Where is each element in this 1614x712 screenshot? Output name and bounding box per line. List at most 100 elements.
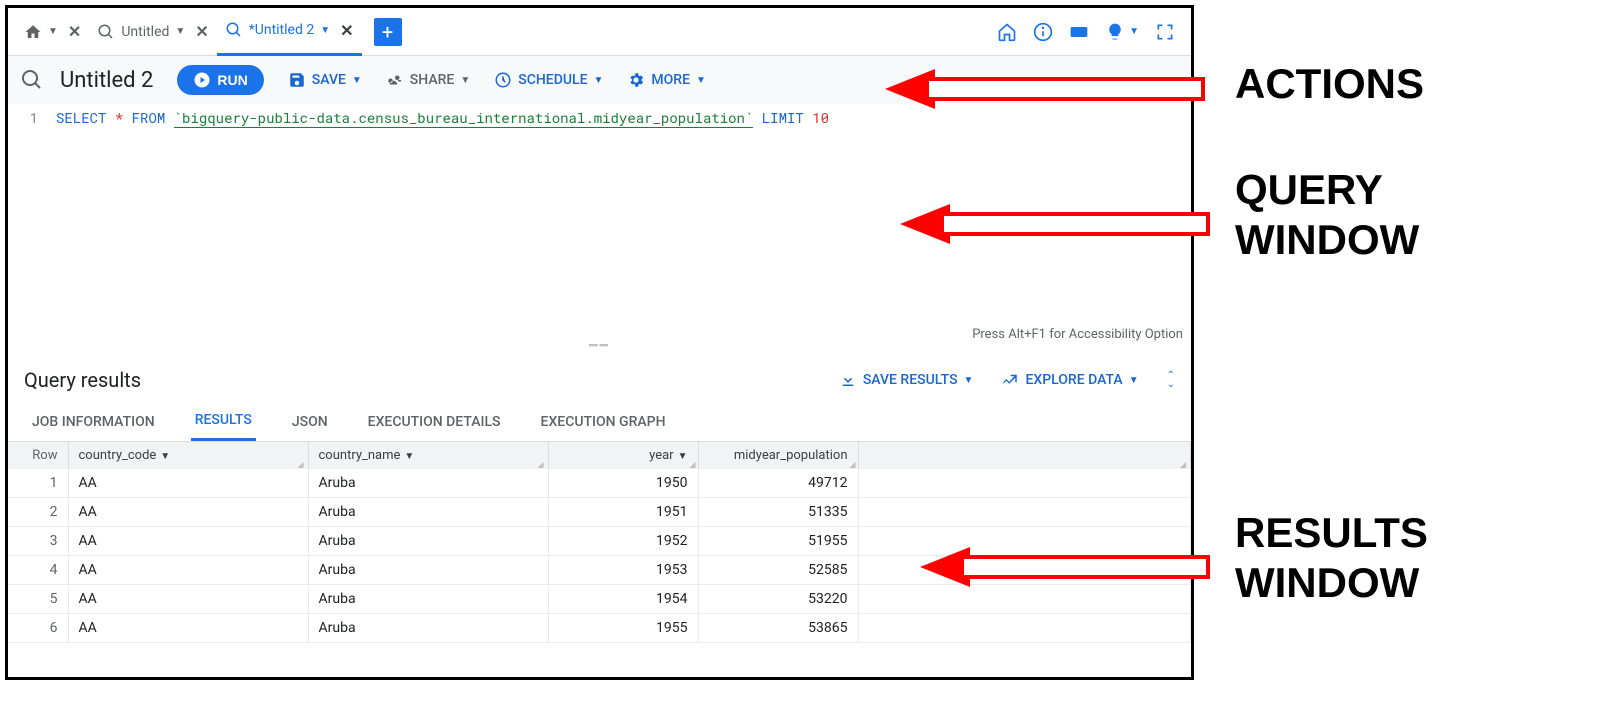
- table-header-row: Row country_code▼◢ country_name▼◢ year▼◢…: [8, 442, 1191, 469]
- more-button[interactable]: MORE ▼: [627, 71, 706, 89]
- tab-job-info[interactable]: JOB INFORMATION: [28, 404, 159, 440]
- cell-pop: 53865: [698, 614, 858, 643]
- sort-icon[interactable]: ▼: [160, 451, 170, 462]
- expand-collapse-icon[interactable]: ⌃⌄: [1167, 372, 1175, 389]
- tab-results[interactable]: RESULTS: [191, 402, 256, 441]
- col-label: midyear_population: [734, 448, 848, 463]
- cell-country-code: AA: [68, 556, 308, 585]
- col-label: country_name: [319, 448, 401, 463]
- tab-bar: ▼ ✕ Untitled ▼ ✕ *Untitled 2 ▼ ✕ + ▼: [8, 8, 1191, 56]
- tab-untitled-1[interactable]: Untitled ▼ ✕: [89, 8, 216, 56]
- explore-data-button[interactable]: EXPLORE DATA ▼: [1001, 371, 1138, 389]
- accessibility-hint: Press Alt+F1 for Accessibility Option: [972, 327, 1183, 342]
- tab-exec-details[interactable]: EXECUTION DETAILS: [364, 404, 505, 440]
- cell-country-code: AA: [68, 469, 308, 498]
- cell-country-name: Aruba: [308, 527, 548, 556]
- sort-icon[interactable]: ▼: [404, 451, 414, 462]
- gear-icon: [627, 71, 645, 89]
- home-icon: [24, 23, 42, 41]
- resize-handle[interactable]: ◢: [538, 460, 546, 468]
- lightbulb-icon: [1105, 22, 1125, 42]
- tab-untitled-2[interactable]: *Untitled 2 ▼ ✕: [217, 8, 362, 56]
- save-icon: [288, 71, 306, 89]
- col-country-name[interactable]: country_name▼ ◢: [308, 442, 548, 469]
- tab-label: *Untitled 2: [249, 22, 314, 38]
- save-button[interactable]: SAVE ▼: [288, 71, 362, 89]
- cell-year: 1953: [548, 556, 698, 585]
- caret-down-icon: ▼: [593, 75, 603, 86]
- caret-down-icon: ▼: [696, 75, 706, 86]
- keyboard-icon[interactable]: [1069, 22, 1089, 42]
- cell-pop: 51955: [698, 527, 858, 556]
- tab-home[interactable]: ▼ ✕: [16, 8, 89, 56]
- schedule-button[interactable]: SCHEDULE ▼: [494, 71, 603, 89]
- query-icon: [97, 23, 115, 41]
- caret-down-icon: ▼: [1129, 26, 1139, 37]
- cell-spacer: [858, 469, 1191, 498]
- caret-down-icon: ▼: [175, 26, 185, 37]
- cell-row-num: 6: [8, 614, 68, 643]
- cell-country-name: Aruba: [308, 498, 548, 527]
- cell-row-num: 3: [8, 527, 68, 556]
- close-icon[interactable]: ✕: [195, 22, 208, 41]
- close-icon[interactable]: ✕: [68, 22, 81, 41]
- table-row[interactable]: 2AAAruba195151335: [8, 498, 1191, 527]
- cell-year: 1954: [548, 585, 698, 614]
- play-icon: [193, 71, 211, 89]
- cell-row-num: 4: [8, 556, 68, 585]
- drag-handle[interactable]: ━━: [8, 344, 1191, 354]
- cell-pop: 53220: [698, 585, 858, 614]
- cell-row-num: 5: [8, 585, 68, 614]
- close-icon[interactable]: ✕: [340, 21, 353, 40]
- share-icon: [386, 71, 404, 89]
- toolbar-right: ▼: [997, 22, 1183, 42]
- resize-handle[interactable]: ◢: [1180, 460, 1188, 468]
- cell-year: 1952: [548, 527, 698, 556]
- col-spacer: ◢: [858, 442, 1191, 469]
- save-results-label: SAVE RESULTS: [863, 372, 958, 388]
- cell-country-code: AA: [68, 498, 308, 527]
- sql-number: 10: [812, 108, 829, 127]
- cell-spacer: [858, 498, 1191, 527]
- cell-country-code: AA: [68, 614, 308, 643]
- resize-handle[interactable]: ◢: [298, 460, 306, 468]
- save-results-button[interactable]: SAVE RESULTS ▼: [839, 371, 974, 389]
- col-country-code[interactable]: country_code▼◢: [68, 442, 308, 469]
- caret-down-icon: ▼: [460, 75, 470, 86]
- share-label: SHARE: [410, 72, 455, 88]
- chart-icon: [1001, 371, 1019, 389]
- col-midyear-population[interactable]: midyear_population◢: [698, 442, 858, 469]
- fullscreen-icon[interactable]: [1155, 22, 1175, 42]
- resize-handle[interactable]: ◢: [688, 460, 696, 468]
- cell-country-name: Aruba: [308, 556, 548, 585]
- info-icon[interactable]: [1033, 22, 1053, 42]
- cell-spacer: [858, 614, 1191, 643]
- table-row[interactable]: 6AAAruba195553865: [8, 614, 1191, 643]
- cell-row-num: 1: [8, 469, 68, 498]
- save-label: SAVE: [312, 72, 346, 88]
- home-outline-icon[interactable]: [997, 22, 1017, 42]
- annotation-arrow: [900, 202, 1220, 246]
- explore-data-label: EXPLORE DATA: [1025, 372, 1122, 388]
- col-year[interactable]: year ▼◢: [548, 442, 698, 469]
- cell-country-name: Aruba: [308, 469, 548, 498]
- lightbulb-dropdown[interactable]: ▼: [1105, 22, 1139, 42]
- cell-pop: 49712: [698, 469, 858, 498]
- cell-year: 1950: [548, 469, 698, 498]
- tab-exec-graph[interactable]: EXECUTION GRAPH: [537, 404, 670, 440]
- cell-country-code: AA: [68, 527, 308, 556]
- share-button[interactable]: SHARE ▼: [386, 71, 470, 89]
- caret-down-icon: ▼: [48, 26, 58, 37]
- sort-icon[interactable]: ▼: [678, 451, 688, 462]
- table-row[interactable]: 1AAAruba195049712: [8, 469, 1191, 498]
- resize-handle[interactable]: ◢: [848, 460, 856, 468]
- sql-table-ref[interactable]: `bigquery-public-data.census_bureau_inte…: [174, 108, 754, 128]
- run-button[interactable]: RUN: [177, 65, 263, 95]
- col-label: year: [649, 448, 673, 463]
- col-row[interactable]: Row: [8, 442, 68, 469]
- caret-down-icon: ▼: [1129, 375, 1139, 386]
- schedule-label: SCHEDULE: [518, 72, 587, 88]
- add-tab-button[interactable]: +: [374, 18, 402, 46]
- cell-country-code: AA: [68, 585, 308, 614]
- tab-json[interactable]: JSON: [288, 404, 332, 440]
